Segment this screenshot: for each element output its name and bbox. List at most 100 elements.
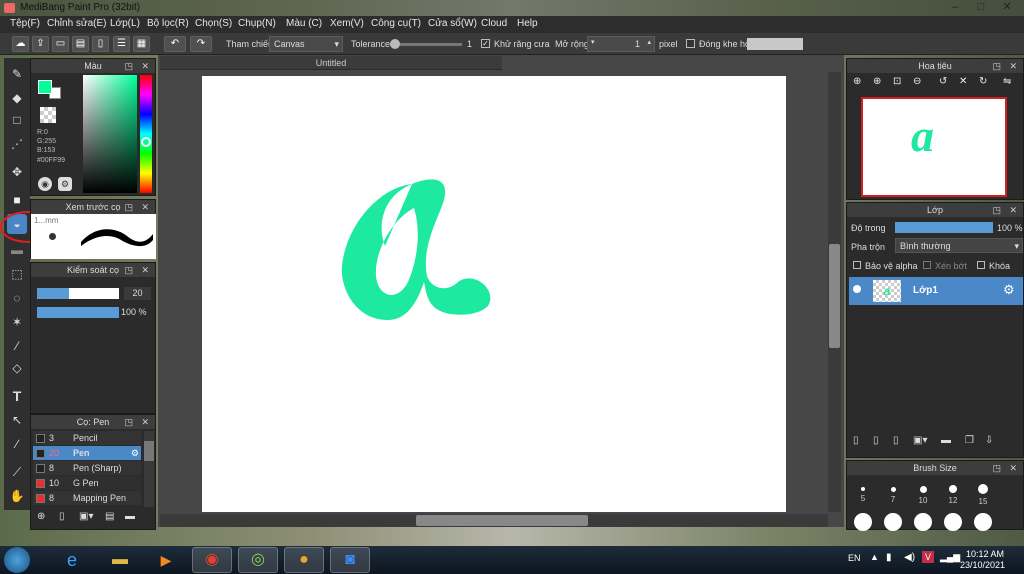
redo-icon[interactable]: ↷: [190, 36, 212, 52]
canvas-horizontal-scrollbar[interactable]: [160, 514, 828, 527]
new-8bit-layer-icon[interactable]: ▯: [893, 435, 899, 446]
brush-list-item[interactable]: 10 G Pen: [33, 476, 141, 490]
grid-icon[interactable]: ▦: [133, 36, 150, 52]
brush-size-cell-large[interactable]: [879, 513, 907, 541]
add-brush-icon[interactable]: ⊕: [37, 511, 45, 522]
menu-capture[interactable]: Chụp(N): [238, 18, 276, 29]
dot-tool-icon[interactable]: ⋰: [7, 134, 27, 154]
panel-close-icon[interactable]: ◳ ✕: [124, 59, 152, 73]
menu-color[interactable]: Màu (C): [286, 18, 322, 29]
gear-icon[interactable]: ⚙: [131, 446, 139, 460]
ie-icon[interactable]: e: [52, 547, 92, 573]
move-tool-icon[interactable]: ✥: [7, 162, 27, 182]
new-layer-icon[interactable]: ▯: [853, 435, 859, 446]
document-tab[interactable]: Untitled: [160, 56, 502, 70]
reset-view-icon[interactable]: ✕: [959, 76, 967, 87]
brush-size-cell[interactable]: 5: [849, 479, 877, 507]
primary-color-swatch[interactable]: [38, 80, 52, 94]
menu-select[interactable]: Chọn(S): [195, 18, 232, 29]
brush-list-scroll-thumb[interactable]: [144, 441, 154, 461]
protect-alpha-checkbox[interactable]: [853, 261, 861, 269]
magic-wand-icon[interactable]: ✶: [7, 312, 27, 332]
canvas-vertical-scrollbar[interactable]: [828, 72, 841, 512]
drawing-canvas[interactable]: [202, 76, 786, 512]
start-button[interactable]: [4, 547, 30, 573]
zoom-in-icon[interactable]: ⊕: [873, 76, 881, 87]
duplicate-layer-icon[interactable]: ❐: [965, 435, 974, 446]
list-icon[interactable]: ☰: [113, 36, 130, 52]
panel-close-icon[interactable]: ◳ ✕: [124, 200, 152, 214]
brush-list-item[interactable]: 8 Mapping Pen: [33, 491, 141, 505]
menu-edit[interactable]: Chỉnh sửa(E): [47, 18, 107, 29]
add-layer-menu-icon[interactable]: ▣▾: [913, 435, 927, 446]
medibang-icon[interactable]: ●: [284, 547, 324, 573]
fill-shape-tool-icon[interactable]: ■: [7, 190, 27, 210]
brush-size-slider[interactable]: [37, 288, 119, 299]
text-tool-icon[interactable]: T: [7, 386, 27, 406]
language-indicator[interactable]: EN: [848, 553, 861, 563]
brush-list-item[interactable]: 20 Pen ⚙: [33, 446, 141, 460]
brush-size-cell[interactable]: 10: [909, 479, 937, 507]
stepper-up-icon[interactable]: ▴: [647, 38, 651, 46]
navigator-preview[interactable]: a: [861, 97, 1007, 197]
brush-size-cell-large[interactable]: [909, 513, 937, 541]
select-eraser-icon[interactable]: ◇: [7, 358, 27, 378]
zoom-out-icon[interactable]: ⊖: [913, 76, 921, 87]
close-gap-slider[interactable]: [747, 38, 803, 50]
brush-tool-icon[interactable]: ✎: [7, 64, 27, 84]
brush-menu-icon[interactable]: ▣▾: [79, 511, 93, 522]
menu-help[interactable]: Help: [517, 18, 538, 29]
rotate-right-icon[interactable]: ↻: [979, 76, 987, 87]
brush-size-cell[interactable]: 12: [939, 479, 967, 507]
page-icon[interactable]: ▯: [92, 36, 109, 52]
dropper-icon[interactable]: ⟋: [7, 462, 27, 482]
app-icon-green[interactable]: ◎: [238, 547, 278, 573]
folder-icon[interactable]: ▬: [941, 435, 951, 446]
tolerance-slider-thumb[interactable]: [390, 39, 400, 49]
zoom-icon[interactable]: ◙: [330, 547, 370, 573]
panel-close-icon[interactable]: ◳ ✕: [992, 59, 1020, 73]
rectangle-tool-icon[interactable]: □: [7, 110, 27, 130]
volume-icon[interactable]: ◀): [904, 552, 915, 563]
brush-size-value[interactable]: 20: [124, 287, 151, 300]
speech-icon[interactable]: ▤: [72, 36, 89, 52]
tolerance-slider[interactable]: [390, 39, 462, 49]
gradient-tool-icon[interactable]: ▬: [7, 240, 27, 260]
blend-mode-select[interactable]: Bình thường ▾: [895, 238, 1023, 253]
brush-list-scrollbar[interactable]: [144, 431, 154, 507]
brush-size-cell-large[interactable]: [939, 513, 967, 541]
layer-opacity-slider[interactable]: [895, 222, 993, 233]
brush-list-item[interactable]: 8 Pen (Sharp): [33, 461, 141, 475]
visibility-icon[interactable]: [853, 285, 861, 293]
panel-close-icon[interactable]: ◳ ✕: [992, 203, 1020, 217]
new-brush-icon[interactable]: ▯: [59, 511, 65, 522]
menu-window[interactable]: Cửa sổ(W): [428, 18, 477, 29]
reference-select[interactable]: Canvas ▾: [269, 36, 343, 52]
minimize-button[interactable]: –: [944, 1, 966, 14]
eraser-tool-icon[interactable]: ◆: [7, 88, 27, 108]
tray-v-icon[interactable]: V: [922, 551, 934, 563]
flip-icon[interactable]: ⇋: [1003, 76, 1011, 87]
stepper-down-icon[interactable]: ▾: [591, 38, 595, 46]
hand-tool-icon[interactable]: ✋: [7, 486, 27, 506]
antialias-checkbox[interactable]: ✓: [481, 39, 490, 48]
lasso-tool-icon[interactable]: ◌: [7, 288, 27, 308]
eyedropper-icon[interactable]: ∕: [7, 434, 27, 454]
brush-size-cell[interactable]: 15: [969, 479, 997, 507]
canvas-hscroll-thumb[interactable]: [416, 515, 588, 526]
select-rect-icon[interactable]: ⬚: [7, 264, 27, 284]
close-button[interactable]: ✕: [996, 1, 1018, 14]
clipping-checkbox[interactable]: [923, 261, 931, 269]
menu-file[interactable]: Tệp(F): [10, 18, 40, 29]
brush-opacity-slider[interactable]: [37, 307, 119, 318]
share-icon[interactable]: ⇪: [32, 36, 49, 52]
expand-stepper[interactable]: ▾ 1 ▴: [587, 36, 655, 52]
close-gap-checkbox[interactable]: [686, 39, 695, 48]
zoom-fit-icon[interactable]: ⊕: [853, 76, 861, 87]
gear-icon[interactable]: ⚙: [1003, 282, 1015, 298]
brush-size-cell-large[interactable]: [969, 513, 997, 541]
saturation-value-picker[interactable]: [83, 75, 137, 193]
clock-time[interactable]: 10:12 AM: [966, 549, 1004, 559]
transparent-swatch[interactable]: [40, 107, 56, 123]
cloud-icon[interactable]: ☁: [12, 36, 29, 52]
